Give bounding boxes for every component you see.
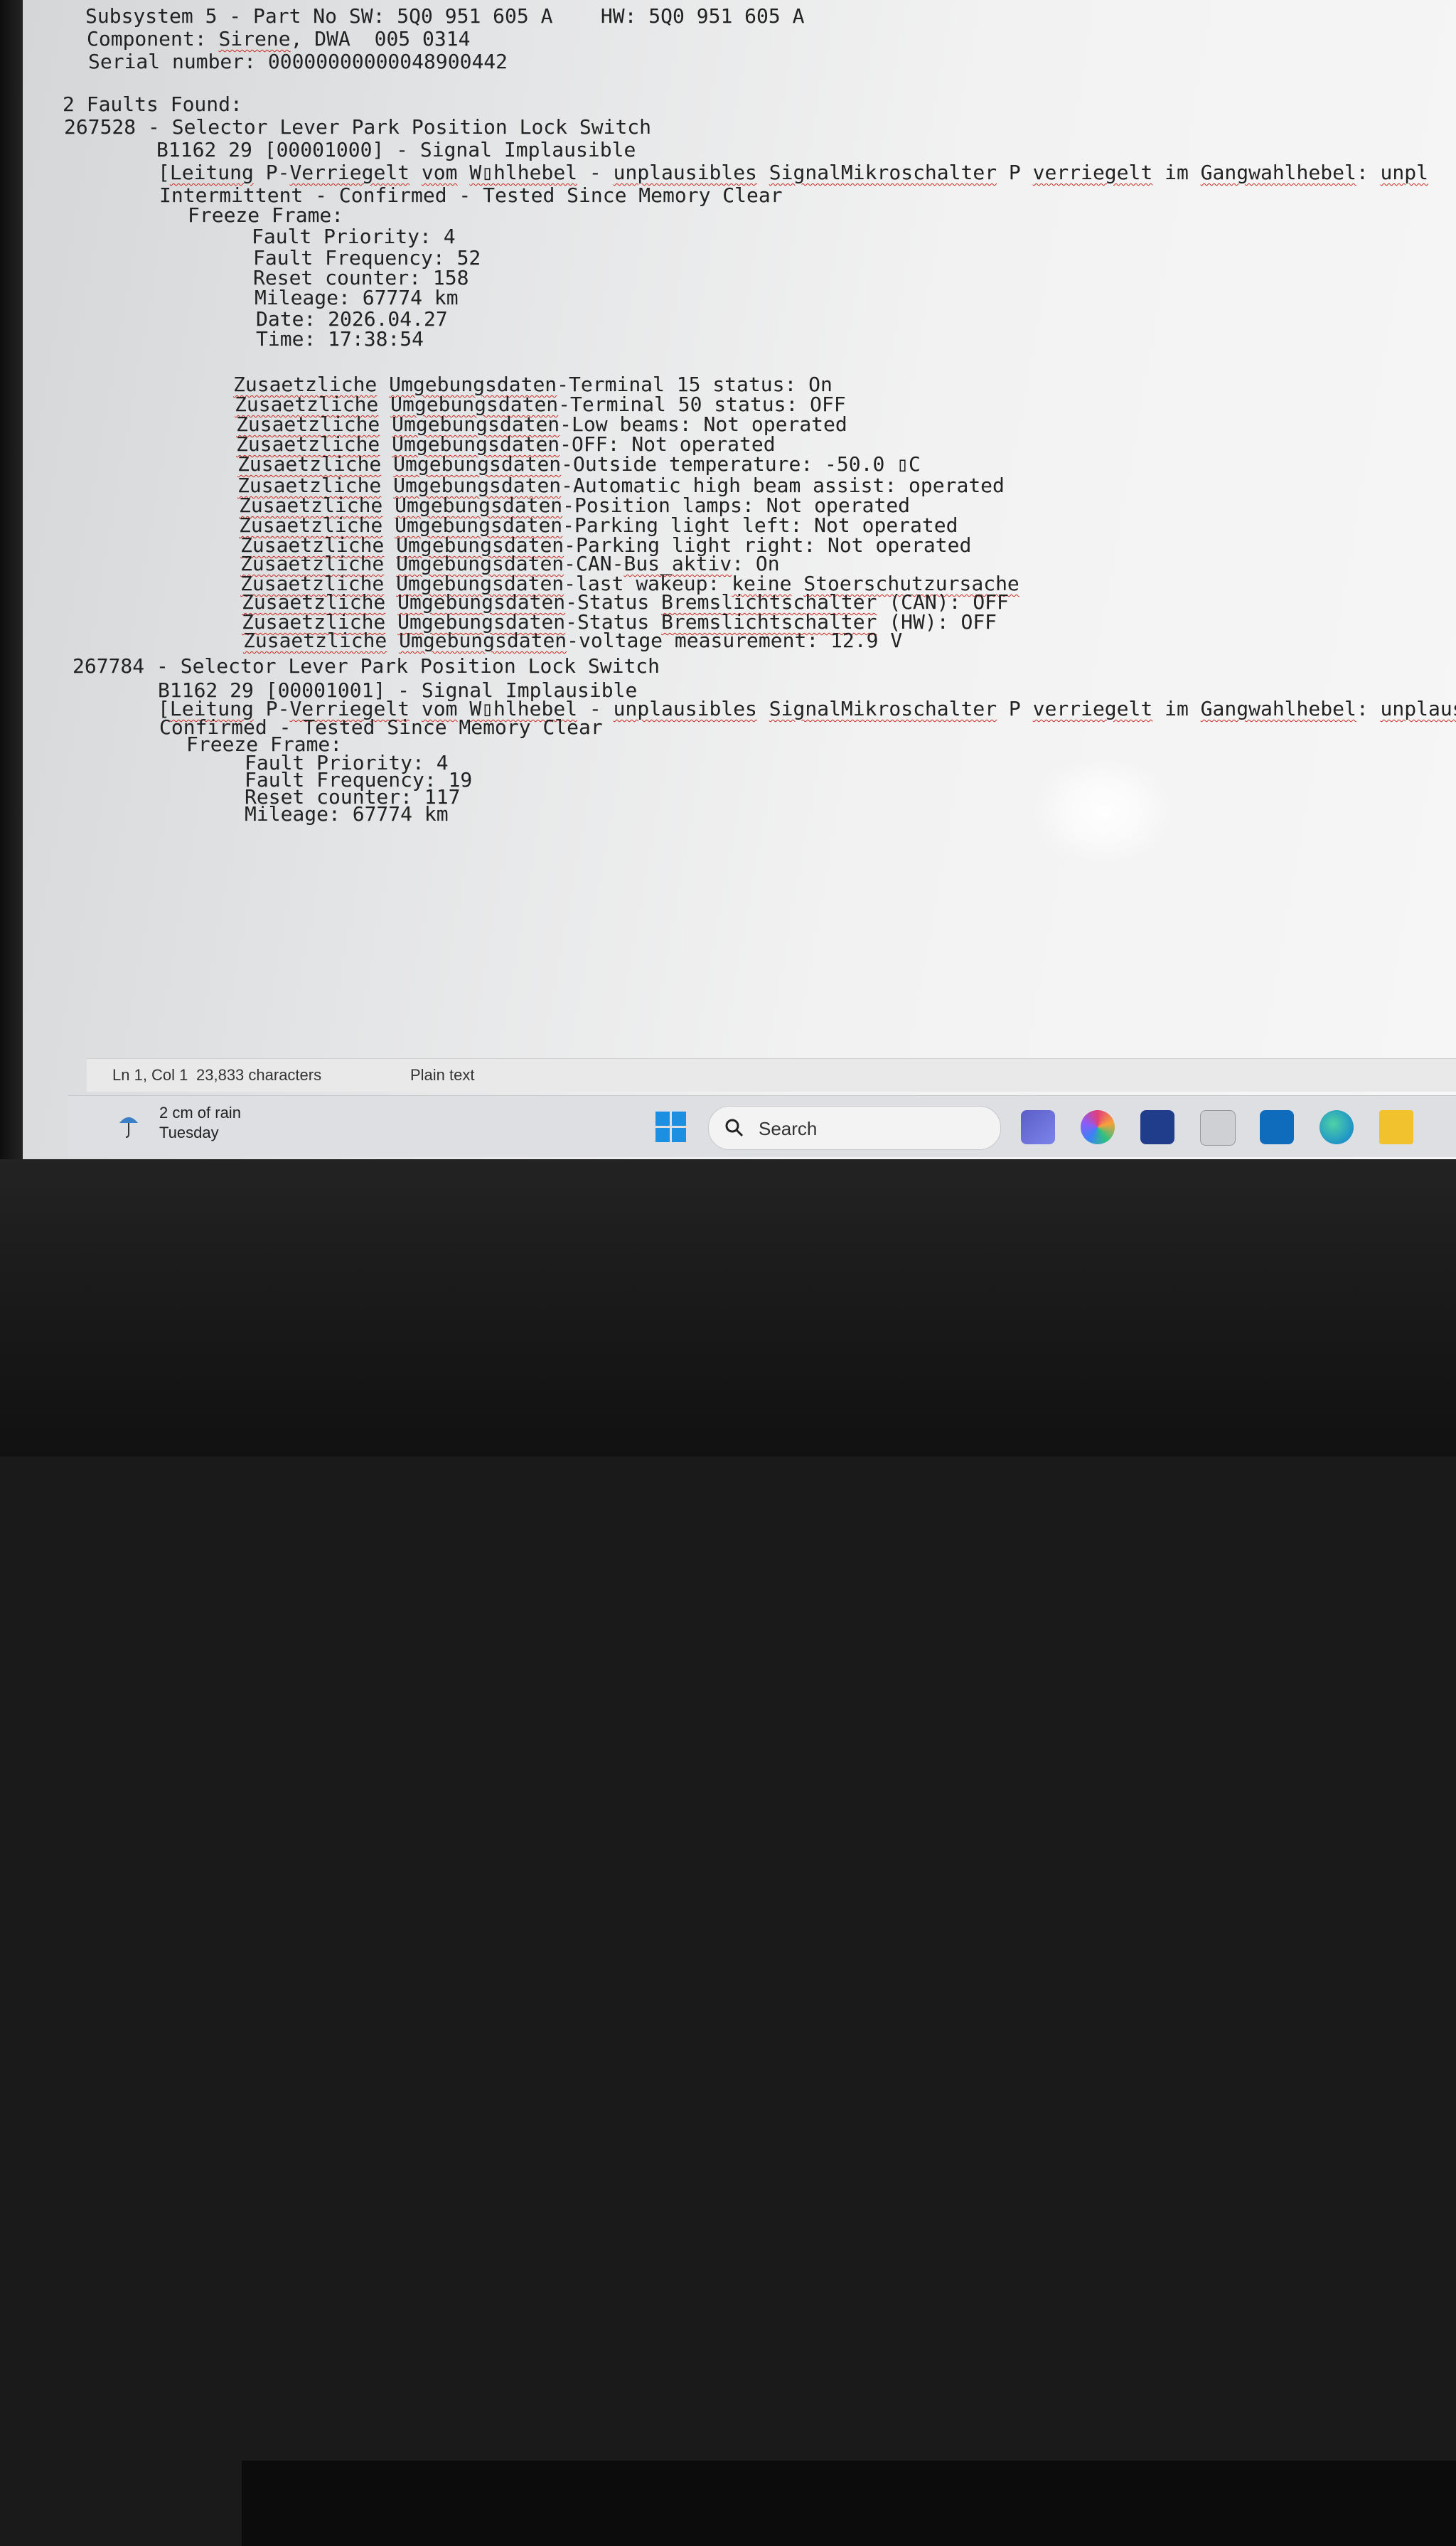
text-line: Freeze Frame: xyxy=(188,203,343,228)
spellcheck-flagged-word: unplausibles xyxy=(613,697,757,720)
text-line: Zusaetzliche Umgebungsdaten-voltage meas… xyxy=(243,629,902,653)
text-line: Component: Sirene, DWA 005 0314 xyxy=(87,27,470,51)
text-line: 267784 - Selector Lever Park Position Lo… xyxy=(73,654,660,678)
text-segment: P xyxy=(997,697,1033,720)
spellcheck-flagged-word: SignalMikroschalter xyxy=(769,697,997,720)
text-segment: - xyxy=(577,161,614,184)
spellcheck-flagged-word: SignalMikroschalter xyxy=(769,161,997,184)
text-segment: P- xyxy=(253,161,290,184)
text-segment: B1162 29 [00001000] - Signal Implausible xyxy=(156,138,636,161)
spellcheck-flagged-word: Sirene xyxy=(218,27,291,50)
spellcheck-flagged-word: W▯hlhebel xyxy=(469,161,578,184)
text-line: Zusaetzliche Umgebungsdaten-Outside temp… xyxy=(237,452,921,476)
text-segment xyxy=(757,161,769,184)
spellcheck-flagged-word: unplausibl xyxy=(1380,697,1456,720)
windows-start-icon[interactable] xyxy=(655,1112,687,1143)
spellcheck-flagged-word: Umgebungsdaten xyxy=(399,629,567,652)
text-segment: Mileage: 67774 km xyxy=(255,286,459,309)
text-segment: 267784 - Selector Lever Park Position Lo… xyxy=(73,654,660,678)
spellcheck-flagged-word: Gangwahlhebel xyxy=(1200,161,1356,184)
text-segment: -Outside temperature: -50.0 ▯C xyxy=(561,452,921,476)
text-segment: 267528 - Selector Lever Park Position Lo… xyxy=(64,115,652,139)
spellcheck-flagged-word: Umgebungsdaten xyxy=(393,452,562,476)
text-segment: -voltage measurement: 12.9 V xyxy=(567,629,903,652)
spellcheck-flagged-word: unpl xyxy=(1380,161,1428,184)
character-count: 23,833 characters xyxy=(196,1066,322,1084)
laptop-hinge xyxy=(242,2461,1456,2546)
vcds-icon[interactable] xyxy=(1200,1110,1236,1146)
taskbar: 2 cm of rain Tuesday Search xyxy=(68,1095,1456,1157)
spellcheck-flagged-word: Leitung xyxy=(169,161,254,184)
notepad-text-area[interactable]: Subsystem 5 - Part No SW: 5Q0 951 605 A … xyxy=(23,0,1456,1067)
laptop-body xyxy=(0,1159,1456,2546)
text-segment xyxy=(381,452,393,476)
spellcheck-flagged-word: Zusaetzliche xyxy=(237,452,382,476)
text-segment xyxy=(410,161,422,184)
store-icon[interactable] xyxy=(1140,1110,1174,1144)
text-segment: im xyxy=(1152,161,1201,184)
text-segment: : xyxy=(1356,161,1381,184)
text-segment: Component: xyxy=(87,27,219,50)
spellcheck-flagged-word: vom xyxy=(421,161,458,184)
text-segment: im xyxy=(1152,697,1201,720)
text-line: Mileage: 67774 km xyxy=(245,802,449,826)
copilot-icon[interactable] xyxy=(1081,1110,1115,1144)
spellcheck-flagged-word: Zusaetzliche xyxy=(243,629,387,652)
text-segment xyxy=(457,161,469,184)
spellcheck-flagged-word: verriegelt xyxy=(1032,697,1153,720)
weather-day: Tuesday xyxy=(159,1124,219,1141)
file-format[interactable]: Plain text xyxy=(410,1066,475,1085)
laptop-screen: Subsystem 5 - Part No SW: 5Q0 951 605 A … xyxy=(23,0,1456,1159)
text-line: Time: 17:38:54 xyxy=(256,327,424,351)
text-segment: P xyxy=(997,161,1033,184)
spellcheck-flagged-word: unplausibles xyxy=(613,161,757,184)
weather-widget[interactable]: 2 cm of rain Tuesday xyxy=(159,1103,301,1143)
text-segment: Fault Priority: 4 xyxy=(252,225,456,248)
rain-umbrella-icon[interactable] xyxy=(118,1110,139,1139)
weather-condition: 2 cm of rain xyxy=(159,1104,241,1122)
text-segment: , DWA 005 0314 xyxy=(290,27,471,50)
text-segment: [ xyxy=(158,161,170,184)
text-line: 2 Faults Found: xyxy=(63,92,242,117)
search-label: Search xyxy=(759,1118,818,1139)
text-line: B1162 29 [00001000] - Signal Implausible xyxy=(156,138,636,162)
text-line: Serial number: 00000000000048900442 xyxy=(88,50,508,74)
edge-icon[interactable] xyxy=(1320,1110,1354,1144)
status-bar: Ln 1, Col 1 23,833 characters Plain text xyxy=(87,1058,1456,1092)
text-segment: : xyxy=(1356,697,1381,720)
text-line: Mileage: 67774 km xyxy=(255,286,459,310)
text-segment: Mileage: 67774 km xyxy=(245,802,449,826)
text-line: [Leitung P-Verriegelt vom W▯hlhebel - un… xyxy=(158,161,1428,185)
spellcheck-flagged-word: Gangwahlhebel xyxy=(1200,697,1356,720)
text-line: Subsystem 5 - Part No SW: 5Q0 951 605 A … xyxy=(85,4,804,28)
text-segment xyxy=(387,629,399,652)
cursor-position: Ln 1, Col 1 xyxy=(112,1066,188,1084)
text-line: Fault Priority: 4 xyxy=(252,225,456,249)
text-segment: Freeze Frame: xyxy=(188,203,344,227)
search-icon xyxy=(725,1119,744,1137)
spellcheck-flagged-word: Verriegelt xyxy=(289,161,410,184)
text-segment: Time: 17:38:54 xyxy=(256,327,424,351)
teams-icon[interactable] xyxy=(1021,1110,1055,1144)
text-segment xyxy=(757,697,769,720)
text-segment: Serial number: 00000000000048900442 xyxy=(88,50,508,73)
file-explorer-icon[interactable] xyxy=(1379,1110,1413,1144)
taskbar-search-box[interactable]: Search xyxy=(708,1106,1001,1150)
spellcheck-flagged-word: verriegelt xyxy=(1032,161,1153,184)
text-line: 267528 - Selector Lever Park Position Lo… xyxy=(64,115,651,139)
text-segment: Subsystem 5 - Part No SW: 5Q0 951 605 A … xyxy=(85,4,805,28)
outlook-icon[interactable] xyxy=(1260,1110,1294,1144)
text-segment: 2 Faults Found: xyxy=(63,92,242,116)
